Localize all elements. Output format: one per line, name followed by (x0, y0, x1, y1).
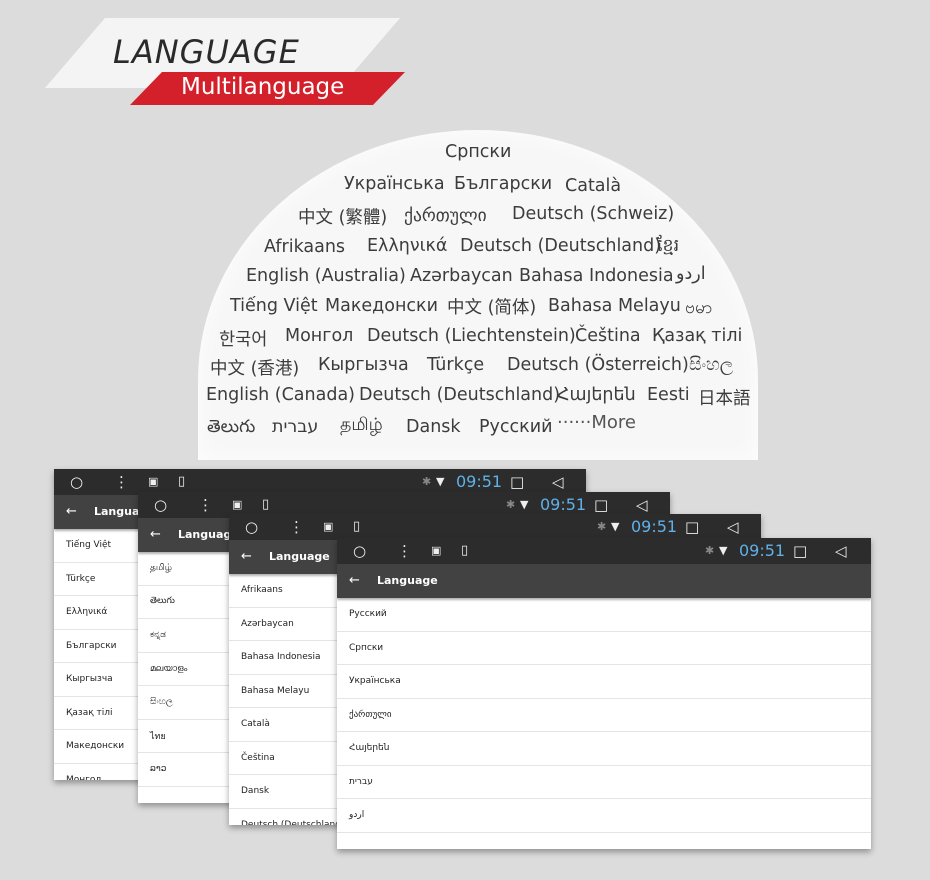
back-arrow-icon[interactable]: ← (150, 518, 161, 552)
language-word: Монгол (285, 326, 354, 346)
language-word: Ελληνικά (367, 236, 448, 256)
list-item[interactable]: Српски (337, 632, 871, 665)
back-arrow-icon[interactable]: ← (241, 540, 252, 574)
menu-dots-icon[interactable]: ⋮ (289, 514, 304, 540)
language-word: Deutsch (Schweiz) (512, 204, 675, 224)
list-item[interactable]: ქართული (337, 699, 871, 732)
language-list: Русский Српски Українська ქართული Հայերեն עבר… (337, 598, 871, 833)
language-word: Deutsch (Liechtenstein) (367, 326, 576, 346)
language-word: Čeština (575, 326, 641, 346)
menu-dots-icon[interactable]: ⋮ (114, 469, 129, 495)
header-subtitle: Multilanguage (181, 74, 345, 100)
sd-card-icon: ▯ (461, 543, 469, 558)
header-title: LANGUAGE (113, 33, 300, 71)
language-word: Türkçe (427, 355, 485, 375)
image-icon: ▣ (431, 544, 442, 557)
list-item[interactable]: עברית (337, 766, 871, 799)
language-word: English (Canada) (206, 385, 355, 405)
back-triangle-icon[interactable]: ◁ (727, 514, 739, 540)
bluetooth-icon: ✱ (597, 520, 607, 533)
wifi-icon: ▼ (719, 544, 728, 557)
more-label: ······More (557, 412, 636, 433)
list-item[interactable]: Հայերեն (337, 732, 871, 766)
language-word: ខ្មែរ (657, 236, 680, 256)
language-word: Deutsch (Österreich) (507, 355, 689, 375)
list-item[interactable]: Українська (337, 665, 871, 699)
language-word: தமிழ் (340, 415, 383, 435)
language-word: Кыргызча (318, 355, 409, 375)
language-word: Українська (344, 174, 445, 194)
recent-apps-icon[interactable]: □ (793, 538, 807, 564)
language-word: 中文 (简体) (447, 298, 537, 318)
back-triangle-icon[interactable]: ◁ (835, 538, 847, 564)
language-word: 日本語 (698, 389, 751, 409)
language-word: Deutsch (Deutschland) (460, 236, 662, 256)
home-circle-icon[interactable]: ○ (353, 538, 366, 564)
language-word: Afrikaans (264, 237, 346, 257)
clock: 09:51 (631, 517, 678, 536)
language-word: Bahasa Melayu (548, 296, 681, 316)
language-word: Български (454, 174, 553, 194)
language-word: Azərbaycan (410, 266, 513, 286)
menu-dots-icon[interactable]: ⋮ (198, 492, 213, 518)
language-word: Eesti (647, 385, 690, 405)
home-circle-icon[interactable]: ○ (154, 492, 167, 518)
language-word: Bahasa Indonesia (519, 266, 674, 286)
app-toolbar: ← Language (337, 564, 871, 598)
back-arrow-icon[interactable]: ← (349, 564, 360, 598)
status-bar: ○ ⋮ ▣ ▯ ✱ ▼ 09:51 □ ◁ (229, 514, 761, 540)
home-circle-icon[interactable]: ○ (245, 514, 258, 540)
language-word: Tiếng Việt (230, 296, 318, 316)
language-word: English (Australia) (246, 266, 406, 286)
language-word: Македонски (325, 296, 438, 316)
toolbar-title: Language (269, 550, 330, 563)
language-word: Deutsch (Deutschland) (359, 385, 561, 405)
language-word: 中文 (繁體) (298, 208, 388, 228)
home-circle-icon[interactable]: ○ (70, 469, 83, 495)
list-item[interactable]: اردو (337, 799, 871, 833)
list-item[interactable]: Русский (337, 598, 871, 632)
language-word: Српски (445, 142, 512, 162)
language-word: עברית (272, 417, 319, 437)
language-word: Dansk (406, 417, 461, 437)
language-word: Русский (479, 417, 553, 437)
language-word: 中文 (香港) (210, 359, 300, 379)
sd-card-icon: ▯ (353, 519, 361, 534)
wifi-icon: ▼ (611, 520, 620, 533)
toolbar-title: Language (377, 574, 438, 587)
language-word: اردو (676, 264, 706, 284)
bluetooth-icon: ✱ (705, 544, 715, 557)
language-word: සිංහල (689, 355, 734, 375)
language-word: ဗမာ (685, 298, 713, 318)
recent-apps-icon[interactable]: □ (685, 514, 699, 540)
language-word: Հայերեն (557, 385, 636, 405)
menu-dots-icon[interactable]: ⋮ (397, 538, 412, 564)
language-word: ქართული (404, 206, 487, 226)
language-word: Català (565, 176, 622, 196)
clock: 09:51 (739, 541, 786, 560)
back-arrow-icon[interactable]: ← (66, 495, 77, 529)
image-icon: ▣ (323, 520, 334, 533)
status-bar: ○ ⋮ ▣ ▯ ✱ ▼ 09:51 □ ◁ (337, 538, 871, 564)
language-word: 한국어 (219, 330, 268, 350)
language-word: తెలుగు (207, 417, 256, 437)
language-screen-4: ○ ⋮ ▣ ▯ ✱ ▼ 09:51 □ ◁ ← Language Русский… (337, 538, 871, 849)
language-word: Қазақ тілі (652, 326, 743, 346)
